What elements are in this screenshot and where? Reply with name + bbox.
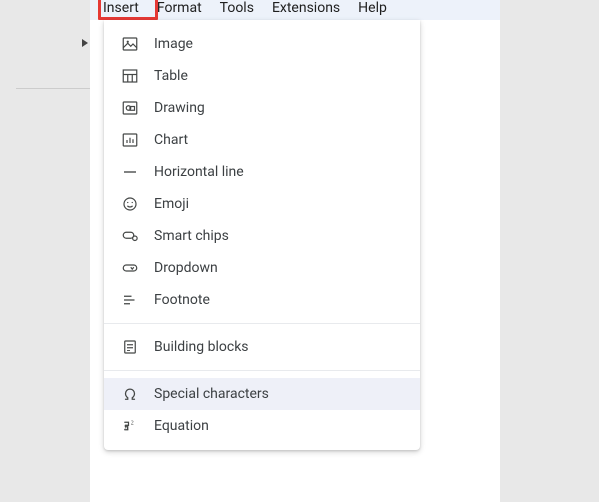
dropdown-chip-icon [120, 258, 140, 278]
menu-item-horizontal-line[interactable]: Horizontal line [104, 156, 420, 188]
menu-item-label: Building blocks [154, 339, 408, 355]
smart-chips-icon [120, 226, 140, 246]
menu-item-label: Image [154, 36, 408, 52]
menu-item-building-blocks[interactable]: Building blocks [104, 331, 420, 363]
menu-item-drawing[interactable]: Drawing [104, 92, 420, 124]
image-icon [120, 34, 140, 54]
emoji-icon [120, 194, 140, 214]
ruler-mark [16, 88, 90, 89]
menu-item-dropdown[interactable]: Dropdown [104, 252, 420, 284]
insert-menu-dropdown: Image Table Drawing [104, 20, 420, 450]
menu-item-label: Equation [154, 418, 408, 434]
menu-separator [104, 323, 420, 324]
table-icon [120, 66, 140, 86]
svg-text:2: 2 [131, 421, 134, 427]
menu-item-label: Smart chips [154, 228, 408, 244]
menu-item-label: Footnote [154, 292, 408, 308]
menu-item-table[interactable]: Table [104, 60, 420, 92]
menu-item-label: Emoji [154, 196, 408, 212]
footnote-icon [120, 290, 140, 310]
drawing-icon [120, 98, 140, 118]
menu-item-smart-chips[interactable]: Smart chips [104, 220, 420, 252]
menu-help[interactable]: Help [349, 0, 396, 18]
app-window: Insert Format Tools Extensions Help Imag… [90, 0, 500, 502]
menu-item-footnote[interactable]: Footnote [104, 284, 420, 316]
svg-text:π: π [124, 422, 130, 433]
menu-item-label: Table [154, 68, 408, 84]
menu-item-special-characters[interactable]: Special characters [104, 378, 420, 410]
menu-format[interactable]: Format [148, 0, 211, 18]
menu-separator [104, 370, 420, 371]
menu-tools[interactable]: Tools [211, 0, 263, 18]
equation-icon: π 2 [120, 416, 140, 436]
chart-icon [120, 130, 140, 150]
menu-item-label: Special characters [154, 386, 408, 402]
menu-insert[interactable]: Insert [94, 0, 148, 18]
menu-item-emoji[interactable]: Emoji [104, 188, 420, 220]
horizontal-line-icon [120, 162, 140, 182]
menu-item-label: Chart [154, 132, 408, 148]
menu-item-chart[interactable]: Chart [104, 124, 420, 156]
omega-icon [120, 384, 140, 404]
menu-item-equation[interactable]: π 2 Equation [104, 410, 420, 442]
menu-item-label: Drawing [154, 100, 408, 116]
outline-caret-icon [82, 39, 88, 47]
menu-item-label: Dropdown [154, 260, 408, 276]
menu-item-image[interactable]: Image [104, 28, 420, 60]
menubar: Insert Format Tools Extensions Help [90, 0, 500, 20]
menu-item-label: Horizontal line [154, 164, 408, 180]
menu-extensions[interactable]: Extensions [263, 0, 349, 18]
building-blocks-icon [120, 337, 140, 357]
